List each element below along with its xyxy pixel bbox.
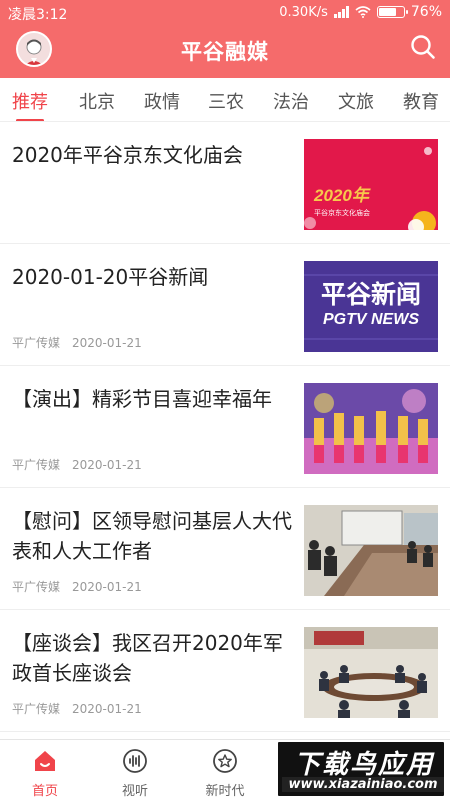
watermark-logo: 下载鸟应用 www.xiazainiao.com xyxy=(276,740,446,798)
tab-law[interactable]: 法治 xyxy=(273,88,309,114)
battery-icon xyxy=(376,6,408,18)
conference-photo-icon xyxy=(304,627,438,718)
search-icon[interactable] xyxy=(410,34,436,60)
home-icon xyxy=(35,751,55,771)
pgtv-english-title: PGTV NEWS xyxy=(323,311,419,328)
poster-subtitle: 平谷京东文化庙会 xyxy=(314,208,370,217)
news-date: 2020-01-21 xyxy=(72,458,142,472)
signal-icon xyxy=(333,6,349,18)
news-date: 2020-01-21 xyxy=(72,580,142,594)
news-title: 2020年平谷京东文化庙会 xyxy=(12,143,243,167)
nav-home[interactable]: 首页 xyxy=(0,740,90,800)
news-date: 2020-01-21 xyxy=(72,702,142,716)
watermark-url: www.xiazainiao.com xyxy=(282,777,444,792)
news-title: 【慰问】区领导慰问基层人大代表和人大工作者 xyxy=(12,509,292,563)
news-source: 平广传媒 xyxy=(12,702,61,716)
temple-fair-poster-icon: 2020年 平谷京东文化庙会 xyxy=(304,139,438,230)
news-item[interactable]: 【慰问】区领导慰问基层人大代表和人大工作者 平广传媒 2020-01-21 xyxy=(0,488,450,610)
pgtv-news-logo-icon: 平谷新闻 PGTV NEWS xyxy=(304,261,438,352)
meeting-room-thumbnail xyxy=(304,505,438,596)
nav-new-era[interactable]: 新时代 xyxy=(180,740,270,800)
news-item[interactable]: 2020-01-20平谷新闻 平广传媒 2020-01-21 平谷新闻 PGTV … xyxy=(0,244,450,366)
new-era-icon xyxy=(213,749,237,773)
tab-agriculture[interactable]: 三农 xyxy=(208,88,244,114)
nav-new-era-label: 新时代 xyxy=(205,784,245,799)
conference-thumbnail xyxy=(304,627,438,718)
status-bar: 凌晨3:12 0.30K/s 76% xyxy=(0,0,450,26)
poster-year: 2020年 xyxy=(313,186,371,205)
status-time: 凌晨3:12 xyxy=(8,7,68,23)
wifi-icon xyxy=(355,6,371,18)
tab-education[interactable]: 教育 xyxy=(403,88,439,114)
nav-home-label: 首页 xyxy=(31,784,58,799)
network-speed: 0.30K/s xyxy=(279,4,328,20)
tab-recommend[interactable]: 推荐 xyxy=(12,88,48,114)
nav-bar: 平谷融媒 xyxy=(0,26,450,78)
news-item[interactable]: 2020年平谷京东文化庙会 2020年 平谷京东文化庙会 xyxy=(0,122,450,244)
news-meta: 平广传媒 2020-01-21 xyxy=(12,578,142,595)
news-title: 【座谈会】我区召开2020年军政首长座谈会 xyxy=(12,631,283,685)
category-tabs: 推荐 北京 政情 三农 法治 文旅 教育 xyxy=(0,78,450,122)
news-title: 【演出】精彩节目喜迎幸福年 xyxy=(12,387,272,411)
app-title: 平谷融媒 xyxy=(181,40,269,64)
news-source: 平广传媒 xyxy=(12,336,61,350)
battery-fill xyxy=(378,8,396,16)
stage-performance-photo-icon xyxy=(304,383,438,474)
nav-audio-video[interactable]: 视听 xyxy=(90,740,180,800)
news-meta: 平广传媒 2020-01-21 xyxy=(12,334,142,351)
temple-fair-poster-thumbnail: 2020年 平谷京东文化庙会 xyxy=(304,139,438,230)
tab-politics[interactable]: 政情 xyxy=(144,88,180,114)
app-header: 凌晨3:12 0.30K/s 76% 平谷融媒 xyxy=(0,0,450,78)
news-source: 平广传媒 xyxy=(12,458,61,472)
tab-beijing[interactable]: 北京 xyxy=(79,88,115,114)
nav-audio-video-label: 视听 xyxy=(121,784,148,799)
pgtv-chinese-title: 平谷新闻 xyxy=(321,280,421,309)
tab-culture-tourism[interactable]: 文旅 xyxy=(338,88,374,114)
news-meta: 平广传媒 2020-01-21 xyxy=(12,700,142,717)
news-source: 平广传媒 xyxy=(12,580,61,594)
audio-icon xyxy=(123,749,147,773)
meeting-room-photo-icon xyxy=(304,505,438,596)
watermark-title: 下载鸟应用 xyxy=(293,750,434,780)
news-item[interactable]: 【演出】精彩节目喜迎幸福年 平广传媒 2020-01-21 xyxy=(0,366,450,488)
news-date: 2020-01-21 xyxy=(72,336,142,350)
stage-performance-thumbnail xyxy=(304,383,438,474)
battery-percent: 76% xyxy=(410,4,442,20)
status-indicators: 0.30K/s 76% xyxy=(279,4,442,20)
pgtv-news-thumbnail: 平谷新闻 PGTV NEWS xyxy=(304,261,438,352)
news-meta: 平广传媒 2020-01-21 xyxy=(12,456,142,473)
news-item[interactable]: 【座谈会】我区召开2020年军政首长座谈会 平广传媒 2020-01-21 xyxy=(0,610,450,732)
news-title: 2020-01-20平谷新闻 xyxy=(12,265,209,289)
